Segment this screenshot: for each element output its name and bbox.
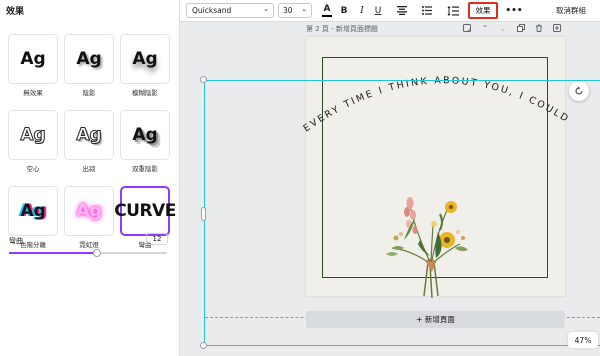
resize-handle-top-left[interactable] <box>200 76 207 83</box>
curved-text[interactable]: EVERY TIME I THINK ABOUT YOU, I COULD <box>301 75 571 134</box>
rotate-icon <box>575 86 583 95</box>
flower-bouquet-illustration[interactable] <box>386 197 468 299</box>
resize-handle-bottom-left[interactable] <box>200 342 207 349</box>
rotate-button[interactable] <box>569 81 589 101</box>
zoom-level[interactable]: 47% <box>568 332 598 348</box>
resize-handle-left[interactable] <box>201 207 206 221</box>
page-graphics: EVERY TIME I THINK ABOUT YOU, I COULD <box>301 75 571 299</box>
add-page-button[interactable]: + 新增頁面 <box>306 311 565 328</box>
curved-text-path: EVERY TIME I THINK ABOUT YOU, I COULD <box>301 75 569 134</box>
